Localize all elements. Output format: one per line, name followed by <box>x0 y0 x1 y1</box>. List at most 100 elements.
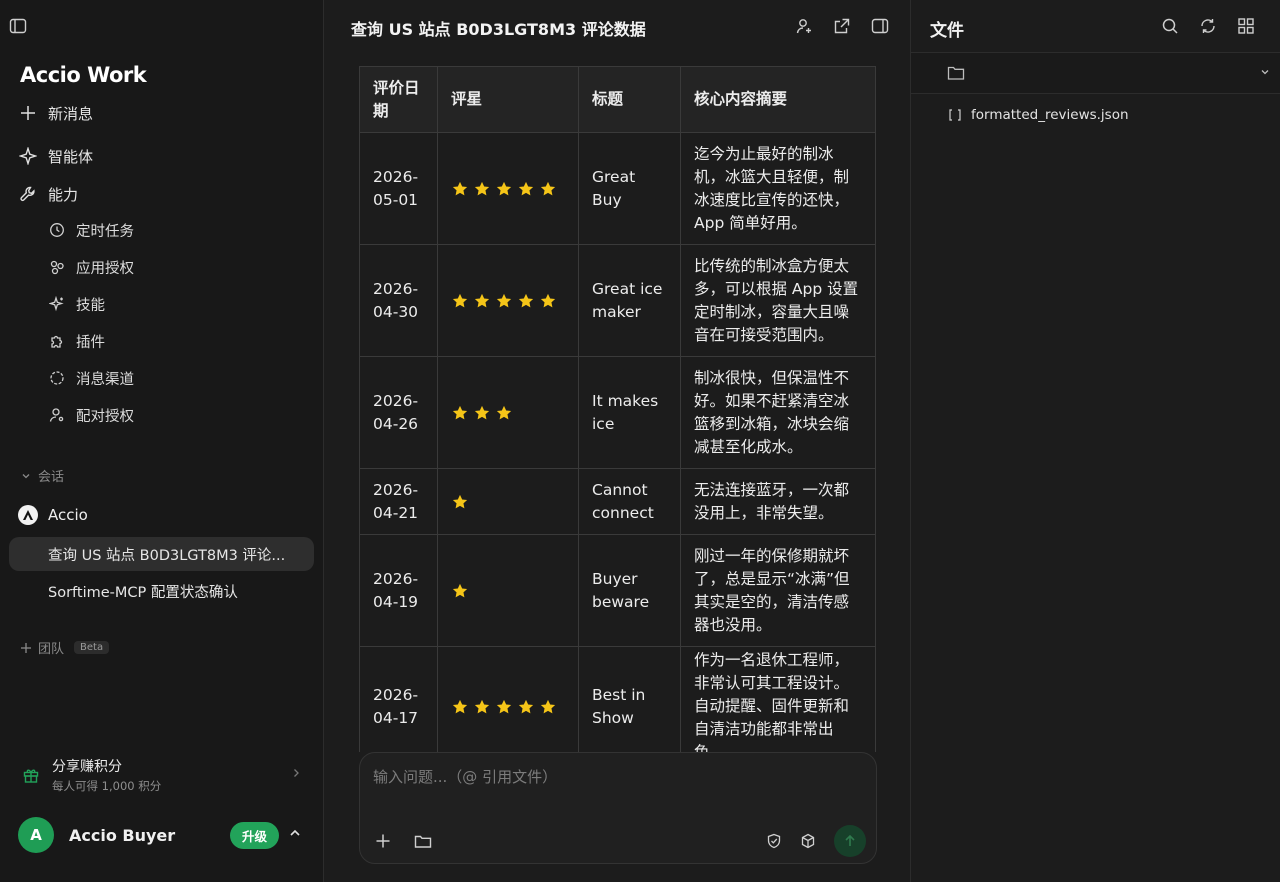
star-icon <box>473 180 491 198</box>
search-icon[interactable] <box>1160 16 1180 36</box>
accio-agent-row[interactable]: Accio <box>18 505 88 525</box>
nav-plugins[interactable]: 插件 <box>48 328 105 354</box>
arrow-up-icon <box>843 834 857 848</box>
app-logo: Accio Work <box>20 63 147 87</box>
header-title: 标题 <box>578 66 681 133</box>
nav-channels[interactable]: 消息渠道 <box>48 365 134 391</box>
sidebar-toggle-icon[interactable] <box>8 16 28 36</box>
sparkles-icon <box>48 295 66 313</box>
shield-icon[interactable] <box>766 833 782 849</box>
plus-icon <box>18 103 38 123</box>
chevron-up-icon[interactable] <box>288 826 302 840</box>
cell-date: 2026-04-19 <box>359 534 438 647</box>
table-row: 2026-04-17 Best in Show 作为一名退休工程师，非常认可其工程设… <box>359 646 876 752</box>
cell-title: Great ice maker <box>578 244 681 357</box>
chevron-right-icon <box>290 767 302 779</box>
clock-icon <box>48 221 66 239</box>
star-icon <box>539 180 557 198</box>
page-title: 查询 US 站点 B0D3LGT8M3 评论数据 <box>351 20 646 39</box>
header-date: 评价日期 <box>359 66 438 133</box>
chevron-down-icon <box>20 470 32 482</box>
nav-label: 插件 <box>76 334 105 351</box>
cell-date: 2026-04-30 <box>359 244 438 357</box>
reviews-table: 评价日期 评星 标题 核心内容摘要 2026-05-01 Great Buy 迄今为… <box>359 66 876 752</box>
star-icon <box>473 404 491 422</box>
composer-input[interactable]: 输入问题...（@ 引用文件） <box>373 766 557 787</box>
accio-label: Accio <box>48 506 88 524</box>
nav-abilities[interactable]: 能力 <box>18 180 78 208</box>
cell-rating <box>437 356 579 469</box>
file-item[interactable]: formatted_reviews.json <box>947 107 1129 123</box>
cell-summary: 比传统的制冰盒方便太多，可以根据 App 设置定时制冰，容量大且噪音在可接受范围… <box>680 244 876 357</box>
nav-agents[interactable]: 智能体 <box>18 142 93 170</box>
user-account-row[interactable]: A Accio Buyer 升级 <box>18 816 308 854</box>
nav-label: 能力 <box>48 185 79 204</box>
cell-title: It makes ice <box>578 356 681 469</box>
model-cube-icon[interactable] <box>800 833 816 849</box>
cell-summary: 迄今为止最好的制冰机，冰篮大且轻便，制冰速度比宣传的还快，App 简单好用。 <box>680 132 876 245</box>
nav-pairing[interactable]: 配对授权 <box>48 402 134 428</box>
cell-title: Cannot connect <box>578 468 681 535</box>
file-name: formatted_reviews.json <box>971 107 1129 123</box>
share-title: 分享赚积分 <box>52 759 122 775</box>
conversation-item-active[interactable]: 查询 US 站点 B0D3LGT8M3 评论... <box>9 537 314 571</box>
refresh-icon[interactable] <box>1198 16 1218 36</box>
star-icon <box>517 698 535 716</box>
nav-label: 配对授权 <box>76 408 134 425</box>
sessions-section-toggle[interactable]: 会话 <box>20 466 64 485</box>
conversation-item[interactable]: Sorftime-MCP 配置状态确认 <box>9 574 314 608</box>
star-icon <box>451 698 469 716</box>
folder-selector[interactable] <box>911 52 1280 94</box>
files-panel: 文件 formatted_reviews.json <box>910 0 1280 882</box>
grid-view-icon[interactable] <box>1236 16 1256 36</box>
gift-icon <box>22 766 40 784</box>
nav-skills[interactable]: 技能 <box>48 291 105 317</box>
cell-date: 2026-04-21 <box>359 468 438 535</box>
nav-label: 智能体 <box>48 147 94 166</box>
cell-rating <box>437 646 579 752</box>
header-summary: 核心内容摘要 <box>680 66 876 133</box>
star-icon <box>451 180 469 198</box>
user-key-icon <box>48 406 66 424</box>
message-composer[interactable]: 输入问题...（@ 引用文件） <box>359 752 877 864</box>
star-icon <box>495 404 513 422</box>
user-name: Accio Buyer <box>69 825 176 845</box>
table-row: 2026-04-30 Great ice maker 比传统的制冰盒方便太多，可以根… <box>359 244 876 357</box>
nav-app-auth[interactable]: 应用授权 <box>48 254 134 280</box>
accio-logo-icon <box>18 505 38 525</box>
nav-label: 定时任务 <box>76 223 134 240</box>
header-rating: 评星 <box>437 66 579 133</box>
beta-badge: Beta <box>74 641 110 654</box>
reviews-table-container[interactable]: 评价日期 评星 标题 核心内容摘要 2026-05-01 Great Buy 迄今为… <box>359 66 876 752</box>
star-icon <box>451 582 469 600</box>
star-icon <box>517 180 535 198</box>
share-earn-points[interactable]: 分享赚积分 每人可得 1,000 积分 <box>22 757 302 793</box>
star-icon <box>495 180 513 198</box>
star-icon <box>495 698 513 716</box>
folder-icon[interactable] <box>414 832 432 850</box>
star-icon <box>495 292 513 310</box>
table-row: 2026-05-01 Great Buy 迄今为止最好的制冰机，冰篮大且轻便，制冰速… <box>359 132 876 245</box>
table-row: 2026-04-26 It makes ice 制冰很快，但保温性不好。如果不赶紧清… <box>359 356 876 469</box>
star-icon <box>451 292 469 310</box>
add-attachment-icon[interactable] <box>374 832 392 850</box>
wrench-icon <box>18 184 38 204</box>
share-icon[interactable] <box>832 16 852 36</box>
new-message-button[interactable]: 新消息 <box>18 99 93 127</box>
team-section[interactable]: 团队 Beta <box>20 638 110 657</box>
cell-date: 2026-05-01 <box>359 132 438 245</box>
cell-summary: 无法连接蓝牙，一次都没用上，非常失望。 <box>680 468 876 535</box>
send-button[interactable] <box>834 825 866 857</box>
cell-date: 2026-04-17 <box>359 646 438 752</box>
panel-toggle-icon[interactable] <box>870 16 890 36</box>
star-icon <box>539 698 557 716</box>
team-label: 团队 <box>38 642 65 657</box>
nav-scheduled-tasks[interactable]: 定时任务 <box>48 217 134 243</box>
add-user-icon[interactable] <box>794 16 814 36</box>
cell-rating <box>437 468 579 535</box>
star-icon <box>473 698 491 716</box>
sessions-label: 会话 <box>38 470 65 485</box>
table-row: 2026-04-21 Cannot connect 无法连接蓝牙，一次都没用上，非常… <box>359 468 876 535</box>
nav-label: 应用授权 <box>76 260 134 277</box>
upgrade-button[interactable]: 升级 <box>230 822 280 849</box>
